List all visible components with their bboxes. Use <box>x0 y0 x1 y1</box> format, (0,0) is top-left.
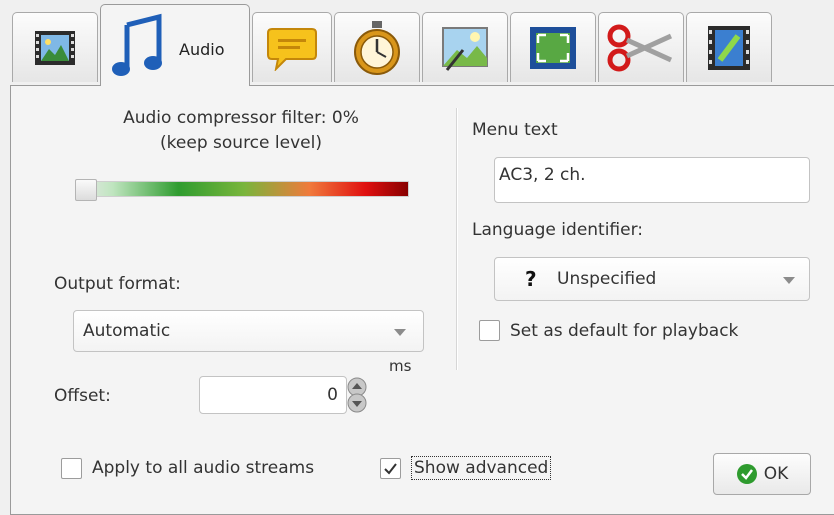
column-divider <box>456 108 458 370</box>
music-note-icon <box>112 13 162 76</box>
tab-cut[interactable] <box>598 12 684 82</box>
default-playback-checkbox[interactable] <box>479 320 500 341</box>
tab-audio[interactable]: Audio <box>100 4 250 86</box>
offset-label: Offset: <box>54 386 111 406</box>
scissors-icon <box>607 24 673 71</box>
tab-strip: Audio <box>0 0 834 86</box>
menu-text-label: Menu text <box>472 120 558 140</box>
tab-output[interactable] <box>686 12 772 82</box>
tab-filters[interactable] <box>422 12 508 82</box>
offset-value: 0 <box>327 385 338 405</box>
compressor-slider-thumb[interactable] <box>75 179 97 201</box>
menu-text-value: AC3, 2 ch. <box>499 165 586 185</box>
compressor-note: (keep source level) <box>160 133 322 153</box>
show-advanced-label[interactable]: Show advanced <box>411 456 552 480</box>
apply-all-label[interactable]: Apply to all audio streams <box>92 458 314 478</box>
question-mark-icon: ? <box>525 267 537 291</box>
film-link-icon <box>708 25 750 70</box>
magic-wand-picture-icon <box>442 26 488 71</box>
ok-button[interactable]: OK <box>713 453 811 495</box>
default-playback-label[interactable]: Set as default for playback <box>510 321 738 341</box>
language-label: Language identifier: <box>472 220 644 240</box>
checkmark-icon <box>384 463 397 475</box>
offset-input[interactable]: 0 <box>199 376 347 414</box>
ok-label: OK <box>763 464 789 484</box>
show-advanced-checkbox[interactable] <box>380 458 401 479</box>
offset-unit: ms <box>389 357 412 375</box>
chevron-down-icon <box>394 329 406 336</box>
offset-spinner[interactable] <box>345 377 369 413</box>
output-format-label: Output format: <box>54 274 181 294</box>
tab-subtitles[interactable] <box>252 12 332 82</box>
output-format-select[interactable]: Automatic <box>73 310 424 352</box>
apply-all-checkbox[interactable] <box>61 458 82 479</box>
tab-chapters[interactable] <box>334 12 420 82</box>
check-circle-icon <box>736 464 757 484</box>
stopwatch-icon <box>354 20 400 75</box>
chevron-down-icon <box>783 277 795 284</box>
language-select[interactable]: ? Unspecified <box>494 257 810 301</box>
compressor-slider-track[interactable] <box>79 181 409 197</box>
film-picture-icon <box>35 30 75 65</box>
tab-audio-label: Audio <box>179 40 225 59</box>
audio-panel: Audio compressor filter: 0% (keep source… <box>10 85 834 515</box>
tab-video[interactable] <box>12 12 98 82</box>
menu-text-input[interactable]: AC3, 2 ch. <box>494 157 810 203</box>
crop-frame-icon <box>530 26 576 69</box>
output-format-value: Automatic <box>83 321 171 341</box>
language-value: Unspecified <box>557 269 657 289</box>
speech-bubble-icon <box>267 27 317 71</box>
tab-crop[interactable] <box>510 12 596 82</box>
compressor-label: Audio compressor filter: 0% <box>123 108 359 128</box>
